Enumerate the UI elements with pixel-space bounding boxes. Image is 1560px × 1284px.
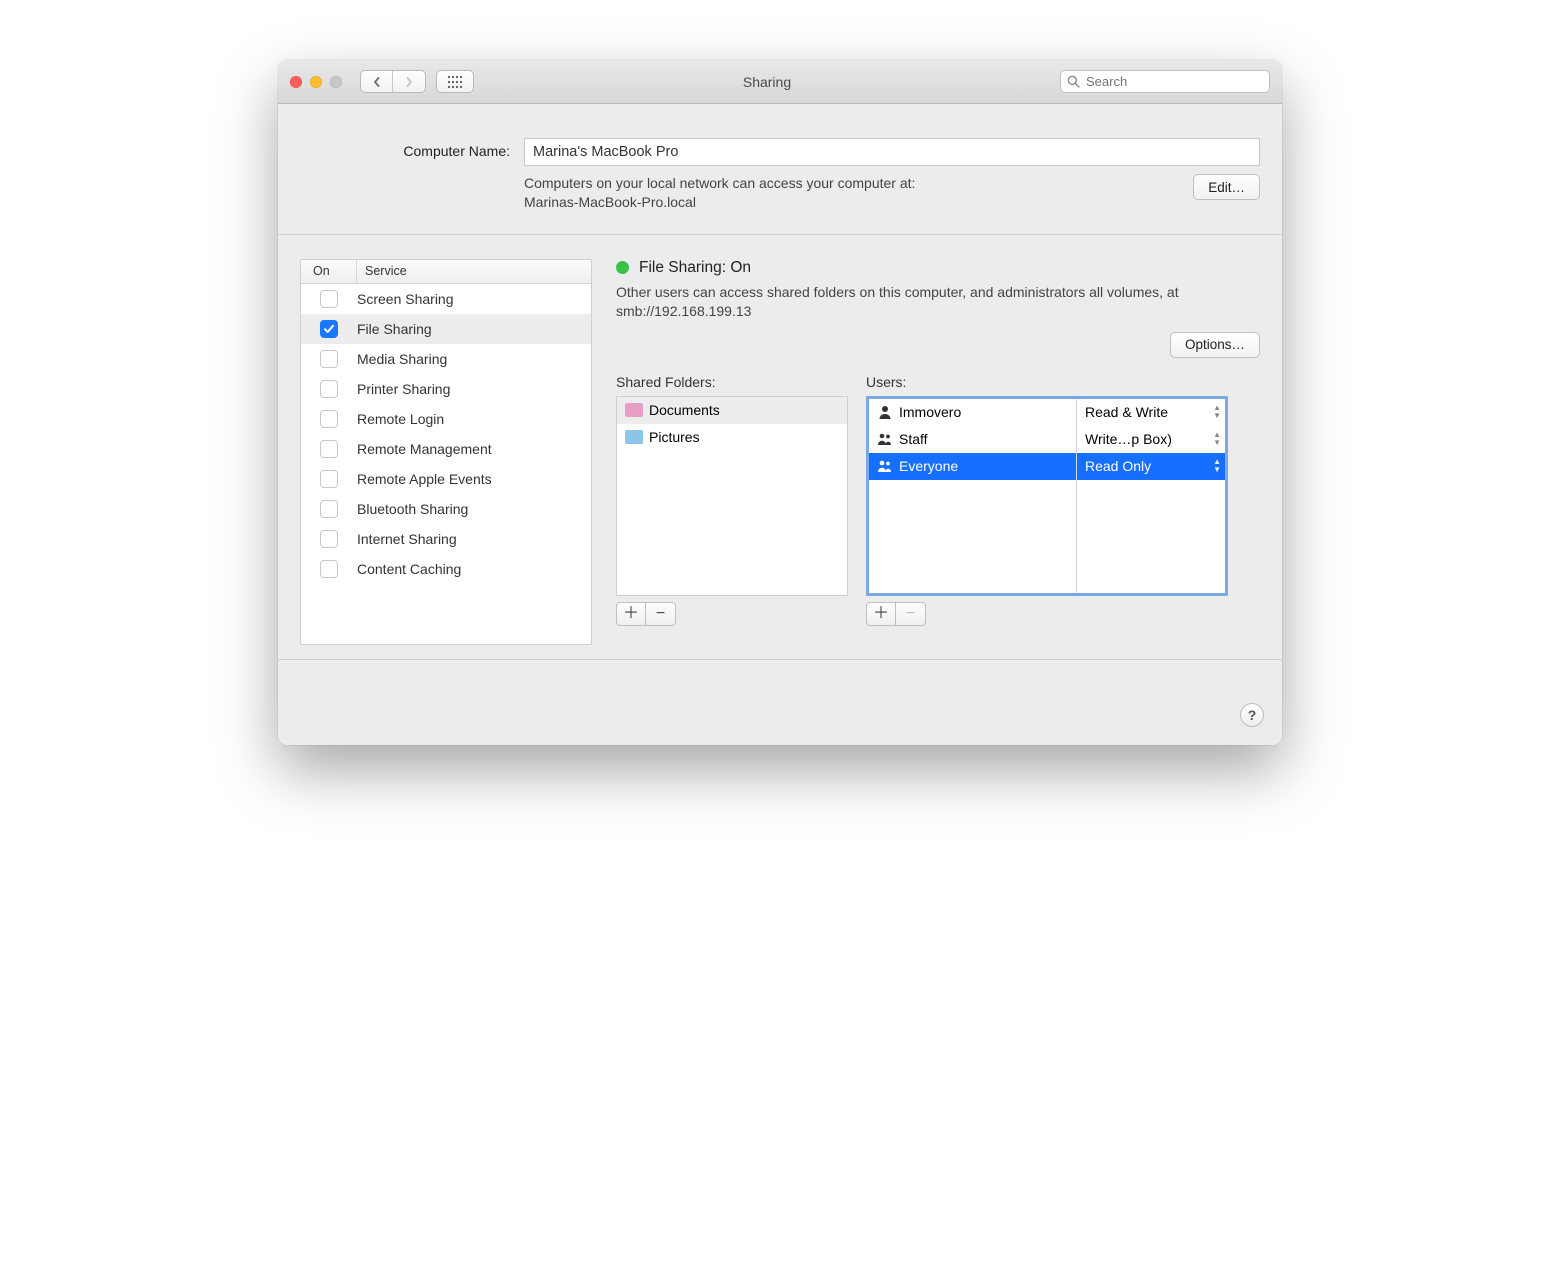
service-row[interactable]: Content Caching xyxy=(301,554,591,584)
col-service: Service xyxy=(357,260,591,283)
user-row[interactable]: Immovero xyxy=(869,399,1076,426)
user-row[interactable]: Everyone xyxy=(869,453,1076,480)
service-status: File Sharing: On xyxy=(616,259,1260,277)
add-folder-button[interactable]: ＋ xyxy=(616,602,646,626)
folder-icon xyxy=(625,430,643,444)
close-window-button[interactable] xyxy=(290,76,302,88)
service-label: Printer Sharing xyxy=(357,381,591,397)
user-name: Immovero xyxy=(899,404,961,420)
service-row[interactable]: Printer Sharing xyxy=(301,374,591,404)
service-label: Remote Management xyxy=(357,441,591,457)
permission-stepper-icon: ▲▼ xyxy=(1213,404,1221,420)
status-text: File Sharing: On xyxy=(639,259,751,277)
service-row[interactable]: Bluetooth Sharing xyxy=(301,494,591,524)
service-checkbox[interactable] xyxy=(320,530,338,548)
service-label: Bluetooth Sharing xyxy=(357,501,591,517)
users-label: Users: xyxy=(866,374,1228,390)
service-label: Screen Sharing xyxy=(357,291,591,307)
service-row[interactable]: Remote Login xyxy=(301,404,591,434)
show-all-button[interactable] xyxy=(436,70,474,93)
shared-folders-label: Shared Folders: xyxy=(616,374,848,390)
service-row[interactable]: Remote Apple Events xyxy=(301,464,591,494)
service-checkbox[interactable] xyxy=(320,440,338,458)
services-table: On Service Screen Sharing File Sharing Med… xyxy=(300,259,592,645)
add-user-button[interactable]: ＋ xyxy=(866,602,896,626)
permission-label: Write…p Box) xyxy=(1085,431,1172,447)
main-section: On Service Screen Sharing File Sharing Med… xyxy=(278,235,1282,659)
service-label: Content Caching xyxy=(357,561,591,577)
person-icon xyxy=(877,404,893,420)
permission-stepper-icon: ▲▼ xyxy=(1213,431,1221,447)
search-icon xyxy=(1067,75,1080,88)
user-name: Staff xyxy=(899,431,928,447)
folders-add-remove: ＋ − xyxy=(616,602,848,626)
options-button[interactable]: Options… xyxy=(1170,332,1260,358)
services-header: On Service xyxy=(301,260,591,284)
titlebar: Sharing xyxy=(278,60,1282,104)
permission-stepper-icon: ▲▼ xyxy=(1213,458,1221,474)
service-checkbox[interactable] xyxy=(320,290,338,308)
users-list[interactable]: ImmoveroStaffEveryone Read & Write▲▼Writ… xyxy=(866,396,1228,596)
permission-label: Read Only xyxy=(1085,458,1151,474)
users-add-remove: ＋ − xyxy=(866,602,1228,626)
folder-icon xyxy=(625,403,643,417)
remove-user-button[interactable]: − xyxy=(896,602,926,626)
permission-label: Read & Write xyxy=(1085,404,1168,420)
service-row[interactable]: Screen Sharing xyxy=(301,284,591,314)
service-checkbox[interactable] xyxy=(320,560,338,578)
folder-row[interactable]: Documents xyxy=(617,397,847,424)
folder-row[interactable]: Pictures xyxy=(617,424,847,451)
group-icon xyxy=(877,458,893,474)
service-checkbox[interactable] xyxy=(320,380,338,398)
group-icon xyxy=(877,431,893,447)
service-label: Media Sharing xyxy=(357,351,591,367)
status-indicator-icon xyxy=(616,261,629,274)
nav-back-forward xyxy=(360,70,426,93)
user-permission[interactable]: Read Only ▲▼ xyxy=(1077,453,1225,480)
help-button[interactable]: ? xyxy=(1240,703,1264,727)
user-permission[interactable]: Read & Write ▲▼ xyxy=(1077,399,1225,426)
service-label: Remote Login xyxy=(357,411,591,427)
detail-pane: File Sharing: On Other users can access … xyxy=(616,259,1260,626)
computer-name-input[interactable] xyxy=(524,138,1260,166)
footer: ? xyxy=(278,659,1282,745)
service-checkbox[interactable] xyxy=(320,500,338,518)
service-label: File Sharing xyxy=(357,321,591,337)
zoom-window-button[interactable] xyxy=(330,76,342,88)
service-row[interactable]: Remote Management xyxy=(301,434,591,464)
folder-label: Documents xyxy=(649,402,720,418)
service-row[interactable]: Internet Sharing xyxy=(301,524,591,554)
traffic-lights xyxy=(290,76,342,88)
shared-folders-list[interactable]: Documents Pictures xyxy=(616,396,848,596)
user-name: Everyone xyxy=(899,458,958,474)
edit-hostname-button[interactable]: Edit… xyxy=(1193,174,1260,200)
service-label: Remote Apple Events xyxy=(357,471,591,487)
sharing-prefs-window: Sharing Computer Name: Computers on your… xyxy=(278,60,1282,745)
back-button[interactable] xyxy=(361,71,393,92)
window-title: Sharing xyxy=(484,74,1050,90)
folder-label: Pictures xyxy=(649,429,700,445)
col-on: On xyxy=(301,260,357,283)
remove-folder-button[interactable]: − xyxy=(646,602,676,626)
service-row[interactable]: File Sharing xyxy=(301,314,591,344)
service-checkbox[interactable] xyxy=(320,320,338,338)
user-permission[interactable]: Write…p Box) ▲▼ xyxy=(1077,426,1225,453)
service-label: Internet Sharing xyxy=(357,531,591,547)
service-row[interactable]: Media Sharing xyxy=(301,344,591,374)
service-checkbox[interactable] xyxy=(320,350,338,368)
forward-button[interactable] xyxy=(393,71,425,92)
service-checkbox[interactable] xyxy=(320,470,338,488)
user-row[interactable]: Staff xyxy=(869,426,1076,453)
computer-name-label: Computer Name: xyxy=(300,138,510,159)
minimize-window-button[interactable] xyxy=(310,76,322,88)
computer-name-section: Computer Name: Computers on your local n… xyxy=(278,104,1282,235)
service-checkbox[interactable] xyxy=(320,410,338,428)
search-field[interactable] xyxy=(1060,70,1270,93)
search-input[interactable] xyxy=(1084,73,1263,90)
service-description: Other users can access shared folders on… xyxy=(616,283,1260,322)
computer-name-hint: Computers on your local network can acce… xyxy=(524,174,1179,212)
